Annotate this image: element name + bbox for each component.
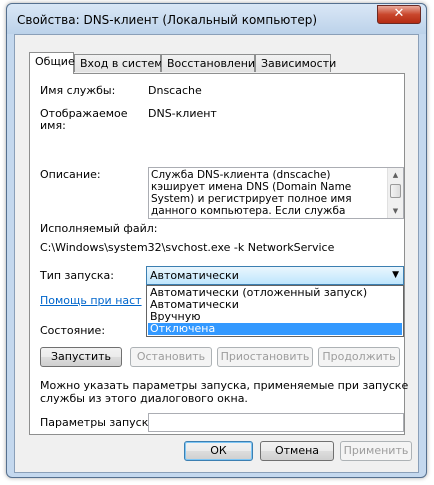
tab-general[interactable]: Общие — [29, 52, 75, 74]
close-icon: ✕ — [393, 6, 405, 21]
service-name-label: Имя службы: — [40, 84, 116, 97]
ok-button-label: ОК — [210, 444, 227, 457]
startup-type-dropdown: Автоматически (отложенный запуск) Автома… — [146, 285, 404, 337]
dialog-client-area: Общие Вход в систему Восстановление Зави… — [14, 34, 419, 473]
exe-path: C:\Windows\system32\svchost.exe -k Netwo… — [40, 241, 335, 254]
start-button-label: Запустить — [51, 350, 111, 363]
startup-type-select[interactable]: Автоматически ▼ — [146, 266, 404, 285]
params-hint-line2: службы из этого диалогового окна. — [40, 392, 248, 405]
startup-option-disabled[interactable]: Отключена — [148, 323, 402, 335]
resume-button-label: Продолжить — [322, 350, 396, 363]
title-bar[interactable]: Свойства: DNS-клиент (Локальный компьюте… — [7, 4, 426, 34]
description-label: Описание: — [40, 168, 101, 181]
service-name-value: Dnscache — [148, 84, 202, 97]
general-tab-panel: Имя службы: Dnscache Отображаемое имя: D… — [29, 73, 409, 435]
scroll-down-icon[interactable]: ▼ — [388, 204, 403, 218]
cancel-button[interactable]: Отмена — [260, 441, 334, 461]
params-hint-line1: Можно указать параметры запуска, применя… — [40, 379, 409, 392]
tab-logon[interactable]: Вход в систему — [74, 54, 169, 72]
window-title: Свойства: DNS-клиент (Локальный компьюте… — [17, 13, 318, 27]
close-button[interactable]: ✕ — [377, 5, 421, 24]
description-scrollbar[interactable]: ▲ ▼ — [387, 168, 403, 218]
apply-button-label: Применить — [343, 444, 409, 457]
tab-dependencies[interactable]: Зависимости — [255, 54, 336, 72]
description-text: Служба DNS-клиента (dnscache) кэширует и… — [151, 169, 352, 218]
tab-label: Общие — [35, 55, 75, 68]
exe-label: Исполняемый файл: — [40, 222, 158, 235]
status-label: Состояние: — [40, 324, 106, 337]
chevron-down-icon: ▼ — [392, 270, 399, 280]
startup-type-value: Автоматически — [150, 269, 239, 282]
stop-button-label: Остановить — [136, 350, 206, 363]
ok-button[interactable]: ОК — [184, 441, 253, 461]
help-link[interactable]: Помощь при наст — [40, 294, 142, 307]
resume-button[interactable]: Продолжить — [318, 347, 400, 367]
tab-label: Вход в систему — [80, 57, 170, 70]
startup-type-label: Тип запуска: — [40, 269, 114, 282]
description-box[interactable]: Служба DNS-клиента (dnscache) кэширует и… — [148, 167, 404, 219]
scroll-thumb[interactable] — [390, 184, 401, 198]
display-name-value: DNS-клиент — [148, 107, 217, 120]
tab-label: Восстановление — [167, 57, 262, 70]
pause-button[interactable]: Приостановить — [217, 347, 313, 367]
cancel-button-label: Отмена — [274, 444, 320, 457]
dialog-window: Свойства: DNS-клиент (Локальный компьюте… — [6, 3, 427, 478]
apply-button[interactable]: Применить — [340, 441, 412, 461]
start-button[interactable]: Запустить — [40, 347, 122, 367]
pause-button-label: Приостановить — [220, 350, 310, 363]
params-input[interactable] — [148, 413, 404, 432]
scroll-up-icon[interactable]: ▲ — [388, 168, 403, 182]
tab-label: Зависимости — [261, 57, 337, 70]
stop-button[interactable]: Остановить — [130, 347, 212, 367]
tab-recovery[interactable]: Восстановление — [161, 54, 262, 72]
params-label: Параметры запуска: — [40, 416, 159, 429]
display-name-label-2: имя: — [40, 119, 66, 132]
